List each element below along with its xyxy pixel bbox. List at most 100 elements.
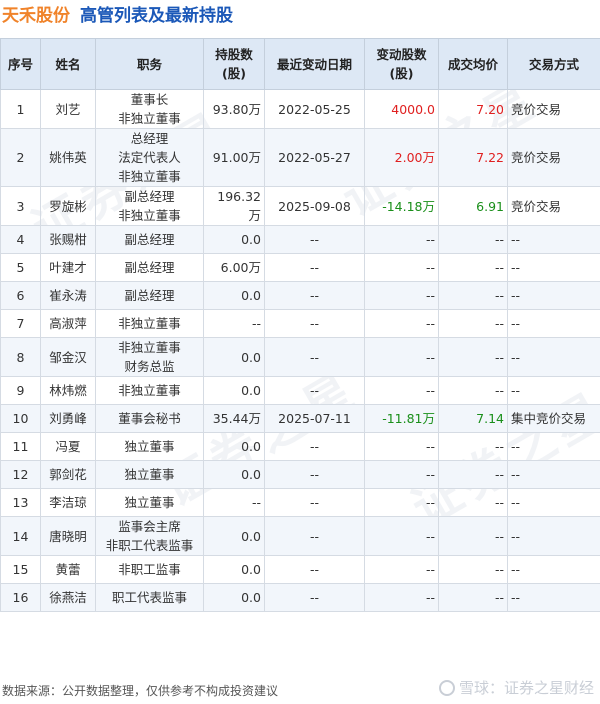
exec-title: 独立董事 (95, 488, 204, 517)
shares-held: 0.0 (203, 555, 265, 584)
row-no: 11 (0, 432, 41, 461)
change-date: -- (264, 460, 365, 489)
page-subtitle: 高管列表及最新持股 (80, 6, 233, 26)
trade-method: -- (507, 376, 600, 405)
share-change: -- (364, 281, 439, 310)
table-row: 9 林炜燃 非独立董事 0.0 -- -- -- -- (0, 376, 600, 405)
exec-name: 林炜燃 (40, 376, 96, 405)
trade-method: -- (507, 281, 600, 310)
trade-method: 竞价交易 (507, 186, 600, 226)
row-no: 9 (0, 376, 41, 405)
shares-held: 0.0 (203, 225, 265, 254)
exec-title: 董事会秘书 (95, 404, 204, 433)
share-change: 2.00万 (364, 128, 439, 187)
header-col-method: 交易方式 (507, 38, 600, 90)
trade-method: -- (507, 516, 600, 556)
exec-name: 崔永涛 (40, 281, 96, 310)
exec-title: 非独立董事 (95, 309, 204, 338)
exec-title: 职工代表监事 (95, 583, 204, 612)
change-date: 2025-07-11 (264, 404, 365, 433)
avg-price: 6.91 (438, 186, 508, 226)
row-no: 1 (0, 89, 41, 129)
header-col-no: 序号 (0, 38, 41, 90)
change-date: -- (264, 337, 365, 377)
avg-price: -- (438, 309, 508, 338)
exec-name: 叶建才 (40, 253, 96, 282)
change-date: -- (264, 253, 365, 282)
shares-held: 93.80万 (203, 89, 265, 129)
row-no: 12 (0, 460, 41, 489)
row-no: 5 (0, 253, 41, 282)
trade-method: 集中竞价交易 (507, 404, 600, 433)
row-no: 2 (0, 128, 41, 187)
change-date: -- (264, 555, 365, 584)
change-date: -- (264, 309, 365, 338)
share-change: -11.81万 (364, 404, 439, 433)
change-date: -- (264, 432, 365, 461)
share-change: -- (364, 309, 439, 338)
shares-held: 196.32万 (203, 186, 265, 226)
trade-method: -- (507, 337, 600, 377)
shares-held: 0.0 (203, 376, 265, 405)
change-date: -- (264, 376, 365, 405)
table-row: 4 张赐柑 副总经理 0.0 -- -- -- -- (0, 225, 600, 254)
trade-method: 竞价交易 (507, 89, 600, 129)
trade-method: -- (507, 555, 600, 584)
share-change: -- (364, 376, 439, 405)
company-name: 天禾股份 (2, 6, 70, 26)
trade-method: -- (507, 460, 600, 489)
avg-price: -- (438, 225, 508, 254)
shares-held: 0.0 (203, 583, 265, 612)
avg-price: -- (438, 583, 508, 612)
avg-price: -- (438, 488, 508, 517)
shares-held: 0.0 (203, 281, 265, 310)
avg-price: -- (438, 337, 508, 377)
executive-table: 序号 姓名 职务 持股数 (股) 最近变动日期 变动股数 (股) 成交均价 交易方式 1 刘艺 董事长… (0, 38, 600, 612)
exec-title: 副总经理 (95, 225, 204, 254)
change-date: -- (264, 225, 365, 254)
table-row: 5 叶建才 副总经理 6.00万 -- -- -- -- (0, 253, 600, 282)
trade-method: -- (507, 225, 600, 254)
row-no: 13 (0, 488, 41, 517)
page-title: 天禾股份 高管列表及最新持股 (2, 2, 233, 30)
exec-title: 独立董事 (95, 460, 204, 489)
table-row: 6 崔永涛 副总经理 0.0 -- -- -- -- (0, 281, 600, 310)
exec-name: 刘艺 (40, 89, 96, 129)
row-no: 14 (0, 516, 41, 556)
table-row: 8 邹金汉 非独立董事 财务总监 0.0 -- -- -- -- (0, 337, 600, 377)
avg-price: 7.14 (438, 404, 508, 433)
exec-name: 唐晓明 (40, 516, 96, 556)
trade-method: -- (507, 432, 600, 461)
change-date: -- (264, 516, 365, 556)
table-row: 12 郭剑花 独立董事 0.0 -- -- -- -- (0, 460, 600, 489)
share-change: -- (364, 488, 439, 517)
share-change: -- (364, 555, 439, 584)
row-no: 3 (0, 186, 41, 226)
exec-name: 郭剑花 (40, 460, 96, 489)
brand-logo: 雪球：证券之星财经 (438, 677, 594, 698)
exec-name: 姚伟英 (40, 128, 96, 187)
table-row: 1 刘艺 董事长 非独立董事 93.80万 2022-05-25 4000.0 7.20 竞价交… (0, 89, 600, 129)
trade-method: -- (507, 488, 600, 517)
trade-method: -- (507, 309, 600, 338)
shares-held: 0.0 (203, 337, 265, 377)
share-change: -- (364, 253, 439, 282)
exec-name: 冯夏 (40, 432, 96, 461)
exec-name: 高淑萍 (40, 309, 96, 338)
header-col-shares: 持股数 (股) (203, 38, 265, 90)
avg-price: -- (438, 460, 508, 489)
share-change: 4000.0 (364, 89, 439, 129)
table-row: 7 高淑萍 非独立董事 -- -- -- -- -- (0, 309, 600, 338)
exec-title: 总经理 法定代表人 非独立董事 (95, 128, 204, 187)
table-row: 11 冯夏 独立董事 0.0 -- -- -- -- (0, 432, 600, 461)
row-no: 16 (0, 583, 41, 612)
shares-held: 6.00万 (203, 253, 265, 282)
shares-held: 0.0 (203, 460, 265, 489)
share-change: -14.18万 (364, 186, 439, 226)
exec-title: 副总经理 (95, 281, 204, 310)
exec-name: 罗旋彬 (40, 186, 96, 226)
exec-title: 副总经理 (95, 253, 204, 282)
exec-title: 董事长 非独立董事 (95, 89, 204, 129)
exec-name: 刘勇峰 (40, 404, 96, 433)
snowball-icon (438, 679, 455, 696)
